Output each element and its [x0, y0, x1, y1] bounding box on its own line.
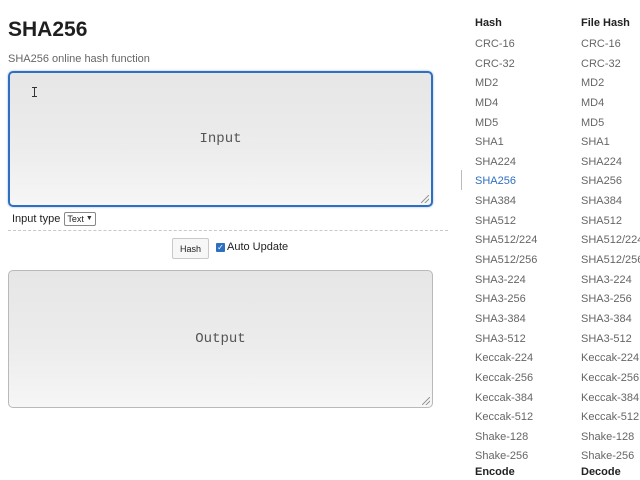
file-hash-link-sha3-256[interactable]: SHA3-256 [581, 290, 640, 310]
page-title: SHA256 [8, 18, 88, 41]
auto-update-toggle[interactable]: ✓ Auto Update [216, 241, 288, 253]
hash-column: Hash CRC-16 CRC-32 MD2 MD4 MD5 SHA1 SHA224 SHA2… [475, 15, 537, 467]
output-placeholder: Output [195, 331, 246, 347]
file-hash-link-sha3-512[interactable]: SHA3-512 [581, 330, 640, 350]
hash-link-sha512[interactable]: SHA512 [475, 212, 537, 232]
page: SHA256 SHA256 online hash function Input… [0, 0, 640, 480]
decode-header: Decode [581, 466, 621, 478]
auto-update-label: Auto Update [227, 241, 289, 253]
divider [8, 230, 448, 231]
input-type-value: Text [67, 214, 84, 224]
chevron-down-icon: ▼ [85, 215, 93, 222]
auto-update-checkbox[interactable]: ✓ [216, 242, 225, 252]
hash-link-sha224[interactable]: SHA224 [475, 153, 537, 173]
hash-link-md5[interactable]: MD5 [475, 114, 537, 134]
input-type-row: Input type Text ▼ [12, 212, 96, 226]
hash-link-sha512-224[interactable]: SHA512/224 [475, 231, 537, 251]
text-cursor-icon [32, 87, 37, 97]
hash-link-sha256[interactable]: SHA256 [475, 172, 537, 192]
file-hash-link-crc-16[interactable]: CRC-16 [581, 35, 640, 55]
hash-link-crc-32[interactable]: CRC-32 [475, 55, 537, 75]
file-hash-link-keccak-512[interactable]: Keccak-512 [581, 408, 640, 428]
file-hash-link-md2[interactable]: MD2 [581, 74, 640, 94]
resize-grip-icon[interactable] [421, 195, 429, 203]
hash-link-keccak-224[interactable]: Keccak-224 [475, 349, 537, 369]
hash-link-keccak-384[interactable]: Keccak-384 [475, 389, 537, 409]
hash-link-sha3-512[interactable]: SHA3-512 [475, 330, 537, 350]
file-hash-link-md5[interactable]: MD5 [581, 114, 640, 134]
file-hash-column-header: File Hash [581, 17, 630, 29]
hash-link-md2[interactable]: MD2 [475, 74, 537, 94]
hash-button[interactable]: Hash [172, 238, 209, 259]
file-hash-link-sha384[interactable]: SHA384 [581, 192, 640, 212]
file-hash-link-keccak-384[interactable]: Keccak-384 [581, 389, 640, 409]
output-textarea[interactable]: Output [8, 270, 433, 408]
hash-link-md4[interactable]: MD4 [475, 94, 537, 114]
file-hash-link-sha512-224[interactable]: SHA512/224 [581, 231, 640, 251]
hash-link-sha384[interactable]: SHA384 [475, 192, 537, 212]
hash-link-keccak-512[interactable]: Keccak-512 [475, 408, 537, 428]
input-type-label: Input type [12, 213, 61, 225]
hash-link-shake-128[interactable]: Shake-128 [475, 428, 537, 448]
hash-link-sha3-224[interactable]: SHA3-224 [475, 271, 537, 291]
file-hash-link-sha224[interactable]: SHA224 [581, 153, 640, 173]
input-placeholder: Input [199, 131, 242, 147]
hash-link-shake-256[interactable]: Shake-256 [475, 447, 537, 467]
input-textarea[interactable]: Input [8, 71, 433, 207]
file-hash-link-shake-256[interactable]: Shake-256 [581, 447, 640, 467]
file-hash-link-sha512[interactable]: SHA512 [581, 212, 640, 232]
file-hash-link-keccak-224[interactable]: Keccak-224 [581, 349, 640, 369]
file-hash-link-sha1[interactable]: SHA1 [581, 133, 640, 153]
hash-list: CRC-16 CRC-32 MD2 MD4 MD5 SHA1 SHA224 SHA256 SHA… [475, 35, 537, 467]
hash-link-sha512-256[interactable]: SHA512/256 [475, 251, 537, 271]
hash-link-crc-16[interactable]: CRC-16 [475, 35, 537, 55]
file-hash-link-sha3-224[interactable]: SHA3-224 [581, 271, 640, 291]
page-subtitle: SHA256 online hash function [8, 53, 150, 65]
hash-column-header: Hash [475, 17, 502, 29]
file-hash-list: CRC-16 CRC-32 MD2 MD4 MD5 SHA1 SHA224 SHA256 SHA… [581, 35, 640, 467]
file-hash-link-sha512-256[interactable]: SHA512/256 [581, 251, 640, 271]
active-indicator [461, 170, 462, 190]
hash-link-sha1[interactable]: SHA1 [475, 133, 537, 153]
encode-header: Encode [475, 466, 515, 478]
file-hash-link-md4[interactable]: MD4 [581, 94, 640, 114]
file-hash-link-keccak-256[interactable]: Keccak-256 [581, 369, 640, 389]
file-hash-link-crc-32[interactable]: CRC-32 [581, 55, 640, 75]
file-hash-link-sha256[interactable]: SHA256 [581, 172, 640, 192]
resize-grip-icon[interactable] [422, 397, 430, 405]
hash-link-sha3-256[interactable]: SHA3-256 [475, 290, 537, 310]
file-hash-link-sha3-384[interactable]: SHA3-384 [581, 310, 640, 330]
file-hash-column: File Hash CRC-16 CRC-32 MD2 MD4 MD5 SHA1 SHA22… [581, 15, 640, 467]
hash-link-sha3-384[interactable]: SHA3-384 [475, 310, 537, 330]
file-hash-link-shake-128[interactable]: Shake-128 [581, 428, 640, 448]
input-type-select[interactable]: Text ▼ [64, 212, 96, 226]
hash-link-keccak-256[interactable]: Keccak-256 [475, 369, 537, 389]
